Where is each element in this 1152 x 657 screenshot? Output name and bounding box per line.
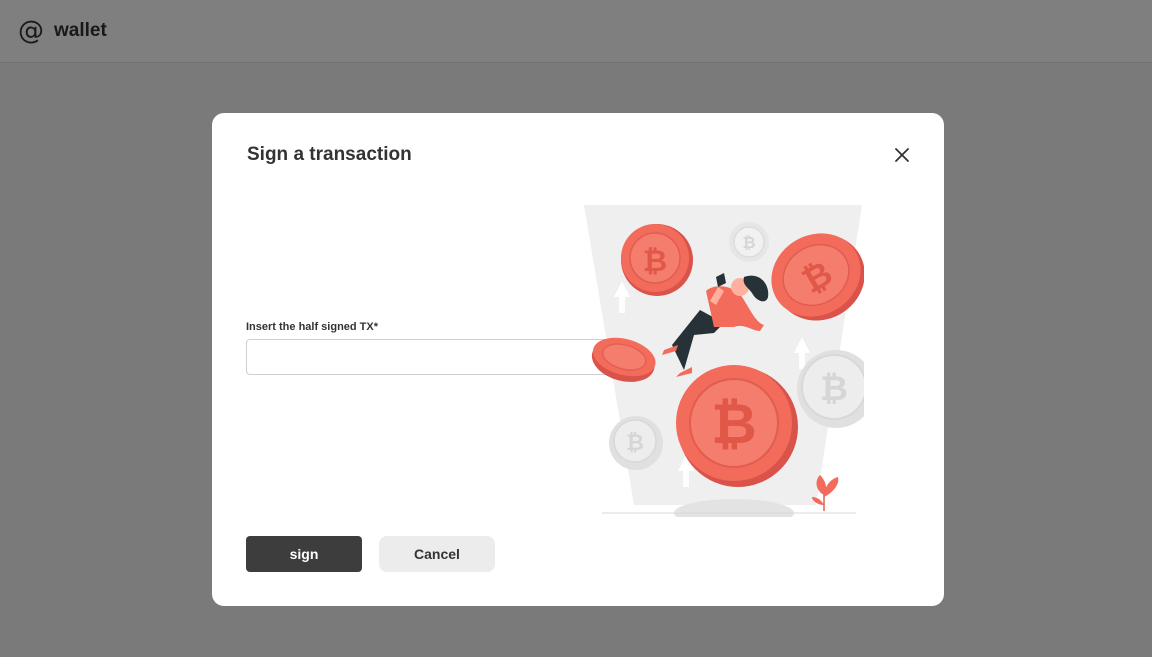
tx-field-label: Insert the half signed TX* [246,321,379,333]
svg-text:₿: ₿ [742,233,755,252]
svg-text:₿: ₿ [820,369,848,409]
grey-coin-icon: ₿ [609,416,663,470]
close-button[interactable] [892,145,912,165]
svg-text:₿: ₿ [626,431,644,456]
sign-button[interactable]: sign [246,536,362,572]
sign-transaction-modal: Sign a transaction Insert the half signe… [212,113,944,606]
bitcoin-illustration: ₿ ₿ ₿ ₿ ₿ ₿ [584,205,864,517]
grey-coin-icon: ₿ [729,222,769,262]
bitcoin-coin-icon: ₿ [621,224,693,296]
modal-title: Sign a transaction [247,144,412,165]
cancel-button[interactable]: Cancel [379,536,495,572]
close-icon [895,148,909,162]
svg-text:₿: ₿ [711,392,757,457]
svg-text:₿: ₿ [643,244,667,279]
half-signed-tx-input[interactable] [246,339,618,375]
